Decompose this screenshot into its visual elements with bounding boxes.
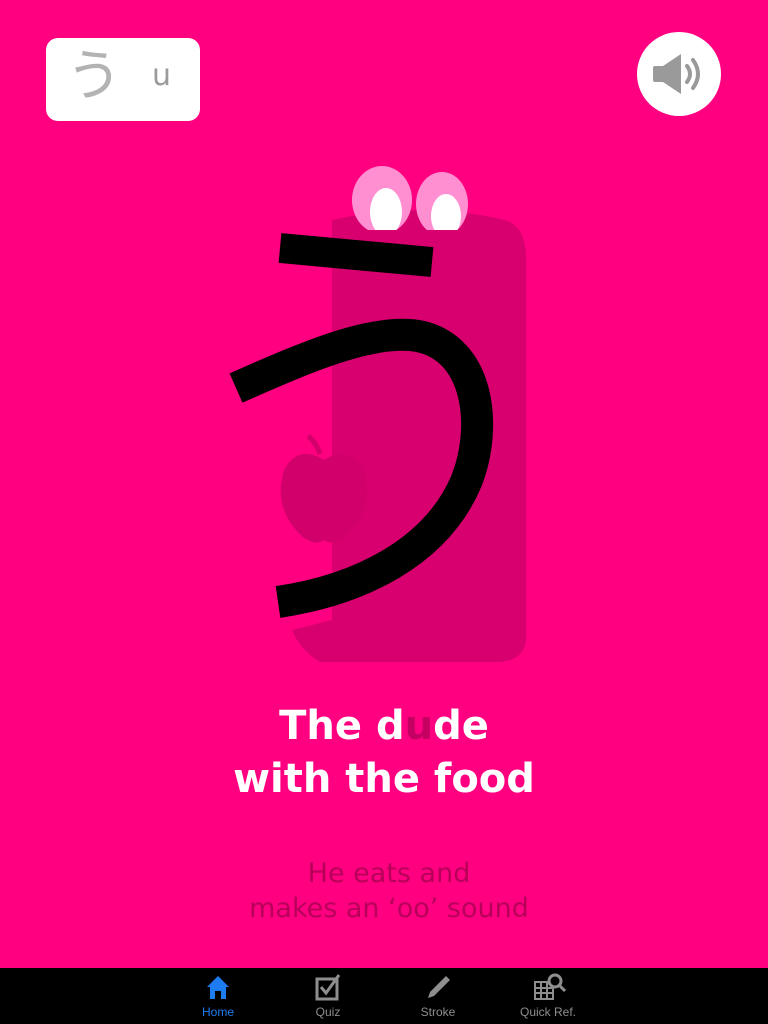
- pencil-icon: [428, 976, 450, 998]
- kana-badge[interactable]: う u: [46, 38, 200, 121]
- mnemonic-headline: The dude with the food: [0, 700, 768, 806]
- mnemonic-description: He eats and makes an ‘oo’ sound: [0, 856, 768, 926]
- headline-line-2: with the food: [233, 756, 535, 802]
- description-line-2: makes an ‘oo’ sound: [249, 893, 529, 924]
- tab-stroke[interactable]: Stroke: [398, 968, 478, 1024]
- grid-search-icon: [534, 973, 566, 1000]
- headline-highlight: u: [404, 703, 434, 749]
- mnemonic-illustration: [229, 166, 526, 662]
- home-icon: [207, 976, 229, 999]
- speaker-button[interactable]: [637, 32, 721, 116]
- tab-bar: Home Quiz Stroke Quick Ref.: [0, 968, 768, 1024]
- romaji-label: u: [152, 58, 172, 93]
- tab-label: Quick Ref.: [519, 1005, 576, 1019]
- tab-quiz[interactable]: Quiz: [288, 968, 368, 1024]
- tab-quick-ref[interactable]: Quick Ref.: [508, 968, 588, 1024]
- checkbox-icon: [315, 974, 341, 1001]
- character-eyes: [340, 166, 500, 244]
- tab-label: Quiz: [315, 1005, 341, 1019]
- description-line-1: He eats and: [307, 858, 471, 889]
- tab-label: Stroke: [420, 1005, 456, 1019]
- tab-home[interactable]: Home: [178, 968, 258, 1024]
- headline-line-1: The dude: [279, 703, 489, 749]
- tab-label: Home: [201, 1005, 234, 1019]
- kana-label: う: [66, 44, 122, 109]
- speaker-icon: [653, 54, 700, 94]
